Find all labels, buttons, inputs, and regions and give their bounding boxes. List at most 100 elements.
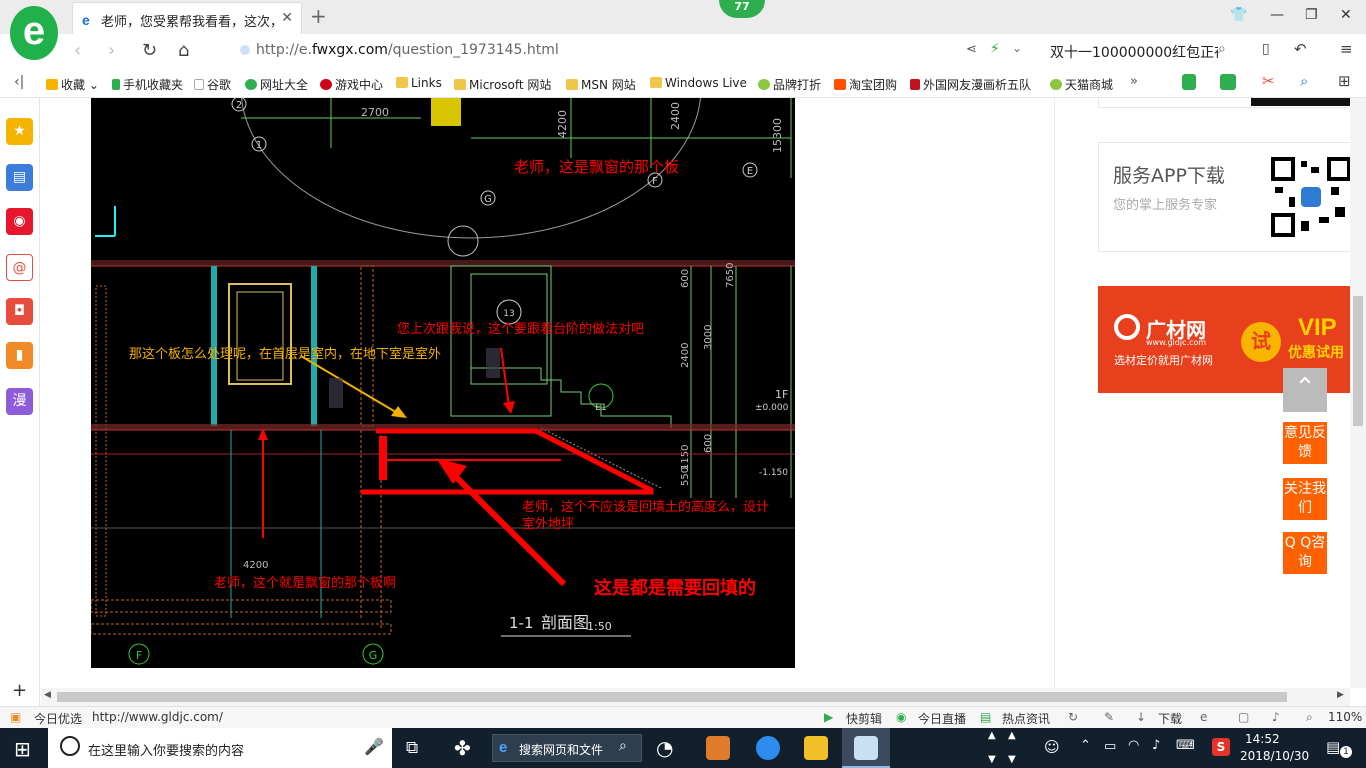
maximize-icon[interactable]: ❐ xyxy=(1305,7,1318,23)
back-to-top-button[interactable]: ⌃ xyxy=(1283,368,1327,412)
close-tab-icon[interactable]: ✕ xyxy=(281,10,293,26)
clip-icon[interactable]: ▶ xyxy=(824,710,833,724)
bookmark-item[interactable]: 天猫商城 xyxy=(1050,76,1113,93)
feed-icon[interactable]: ▤ xyxy=(6,164,33,191)
pdf-app-icon[interactable] xyxy=(706,736,730,760)
bookmark-item[interactable]: 品牌打折 xyxy=(758,76,821,93)
browser-logo[interactable]: e xyxy=(10,6,58,60)
download-icon[interactable]: ↓ xyxy=(1136,710,1146,724)
scroll-up-icon[interactable]: ▲ xyxy=(1008,730,1016,741)
shield-icon[interactable] xyxy=(1182,74,1196,90)
microphone-icon[interactable]: 🎤 xyxy=(364,737,384,756)
chevron-down-icon[interactable]: ⌄ xyxy=(1012,41,1022,55)
close-window-icon[interactable]: ✕ xyxy=(1340,7,1352,23)
home-icon[interactable]: ⌂ xyxy=(178,40,189,61)
news-icon[interactable]: ▤ xyxy=(980,710,991,724)
app-plus-icon[interactable] xyxy=(756,736,780,760)
bookmark-item[interactable]: MSN 网站 xyxy=(566,76,636,93)
action-center-icon[interactable]: ▤ xyxy=(1326,738,1340,756)
sogou-input-icon[interactable]: S xyxy=(1212,738,1230,756)
bookmark-item[interactable]: 网址大全 xyxy=(245,76,308,93)
window-icon[interactable]: ▢ xyxy=(1238,710,1249,724)
bookmark-item[interactable]: Windows Live xyxy=(650,76,747,90)
bookmark-item[interactable]: 手机收藏夹 xyxy=(112,76,183,93)
vertical-scrollbar[interactable] xyxy=(1350,98,1366,688)
weibo-icon[interactable]: ◉ xyxy=(6,208,33,235)
speaker-icon[interactable]: ♪ xyxy=(1152,738,1160,753)
magnifier-icon[interactable]: ⌕ xyxy=(1300,72,1308,90)
menu-icon[interactable]: ≡ xyxy=(1340,40,1353,58)
minimize-icon[interactable]: — xyxy=(1270,7,1284,23)
taskbar-search-box[interactable]: 在这里输入你要搜索的内容 🎤 xyxy=(48,728,392,768)
gift-icon[interactable]: ▣ xyxy=(10,710,21,724)
news-label[interactable]: 热点资讯 xyxy=(1002,710,1050,727)
refresh-status-icon[interactable]: ↻ xyxy=(1068,710,1078,724)
favorites-icon[interactable]: ★ xyxy=(6,118,33,145)
wifi-icon[interactable]: ◠ xyxy=(1128,738,1139,753)
site-info-icon[interactable] xyxy=(240,45,250,55)
mail-icon[interactable]: @ xyxy=(6,254,33,281)
live-icon[interactable]: ◉ xyxy=(896,710,906,724)
refresh-icon[interactable]: ↻ xyxy=(142,40,157,61)
browser-taskbar-icon[interactable]: ◔ xyxy=(656,736,673,760)
notification-badge[interactable]: 77 xyxy=(719,0,765,18)
scroll-left-icon[interactable]: ◀ xyxy=(44,690,51,700)
game-icon[interactable]: ◘ xyxy=(6,298,33,325)
more-bookmarks-icon[interactable]: » xyxy=(1130,74,1138,89)
live-label[interactable]: 今日直播 xyxy=(918,710,966,727)
task-view-icon[interactable]: ⧉ xyxy=(406,738,418,758)
scroll-down-icon[interactable]: ▼ xyxy=(988,754,996,765)
scroll-down-icon[interactable]: ▼ xyxy=(1008,754,1016,765)
comic-icon[interactable]: 漫 xyxy=(6,388,33,415)
share-icon[interactable]: ⋖ xyxy=(966,42,977,57)
feedback-button[interactable]: 意见反馈 xyxy=(1283,422,1327,464)
ie-mode-icon[interactable]: e xyxy=(1200,710,1207,724)
undo-icon[interactable]: ↶ xyxy=(1294,40,1307,58)
scissors-icon[interactable]: ✂ xyxy=(1262,72,1275,90)
sidebar-toggle-icon[interactable]: ‹| xyxy=(14,74,24,90)
web-search-box[interactable]: e 搜索网页和文件 ⌕ xyxy=(492,734,642,762)
clock-date[interactable]: 2018/10/30 xyxy=(1240,749,1309,763)
pinwheel-icon[interactable]: ✤ xyxy=(454,736,471,760)
app-download-card[interactable]: 服务APP下载 您的掌上服务专家 xyxy=(1098,142,1350,252)
pin-icon[interactable]: ✎ xyxy=(1104,710,1114,724)
url-field[interactable]: http://e.fwxgx.com/question_1973145.html xyxy=(256,42,559,58)
people-icon[interactable]: ☺ xyxy=(1044,738,1060,756)
search-input[interactable]: 双十一100000000红包正在 xyxy=(1050,42,1218,62)
zoom-level[interactable]: 110% xyxy=(1328,710,1362,724)
clock-time[interactable]: 14:52 xyxy=(1245,732,1280,746)
bookmark-item[interactable]: 游戏中心 xyxy=(320,76,383,93)
book-icon[interactable]: ▮ xyxy=(6,342,33,369)
scroll-thumb[interactable] xyxy=(1353,296,1363,426)
shirt-icon[interactable]: 👕 xyxy=(1230,7,1247,23)
scroll-right-icon[interactable]: ▶ xyxy=(1337,690,1344,700)
scroll-up-icon[interactable]: ▲ xyxy=(988,730,996,741)
today-picks[interactable]: 今日优选 xyxy=(34,710,82,727)
scroll-thumb[interactable] xyxy=(57,692,1287,702)
bookmark-favorites[interactable]: 收藏 ⌄ xyxy=(46,76,99,93)
apps-icon[interactable]: ⊞ xyxy=(1338,72,1351,90)
volume-icon[interactable]: ♪ xyxy=(1272,710,1280,724)
forward-icon[interactable]: › xyxy=(108,40,115,61)
bookmark-item[interactable]: 淘宝团购 xyxy=(834,76,897,93)
add-icon[interactable]: + xyxy=(12,680,27,701)
chevron-up-icon[interactable]: ⌃ xyxy=(1080,738,1091,753)
search-icon[interactable]: ⌕ xyxy=(1218,41,1226,57)
horizontal-scrollbar[interactable]: ◀ ▶ xyxy=(41,688,1350,706)
active-app-tile[interactable] xyxy=(842,728,890,768)
network-icon[interactable]: ▭ xyxy=(1104,739,1116,754)
bookmark-item[interactable]: 外国网友漫画析五队 xyxy=(910,76,1031,93)
tab-active[interactable]: e 老师，您受累帮我看看，这次，七 ✕ xyxy=(72,2,302,34)
keyboard-icon[interactable]: ⌨ xyxy=(1176,738,1195,753)
back-icon[interactable]: ‹ xyxy=(74,40,81,61)
zoom-icon[interactable]: ⌕ xyxy=(1306,710,1313,725)
download-label[interactable]: 下载 xyxy=(1158,710,1182,727)
bookmark-item[interactable]: 谷歌 xyxy=(194,76,231,93)
bookmark-item[interactable]: Links xyxy=(396,76,442,90)
clip-label[interactable]: 快剪辑 xyxy=(846,710,882,727)
mobile-icon[interactable]: ▯ xyxy=(1262,41,1270,57)
new-tab-icon[interactable]: + xyxy=(310,4,327,28)
windows-start-icon[interactable]: ⊞ xyxy=(14,737,31,761)
follow-button[interactable]: 关注我们 xyxy=(1283,478,1327,520)
notes-app-icon[interactable] xyxy=(804,736,828,760)
